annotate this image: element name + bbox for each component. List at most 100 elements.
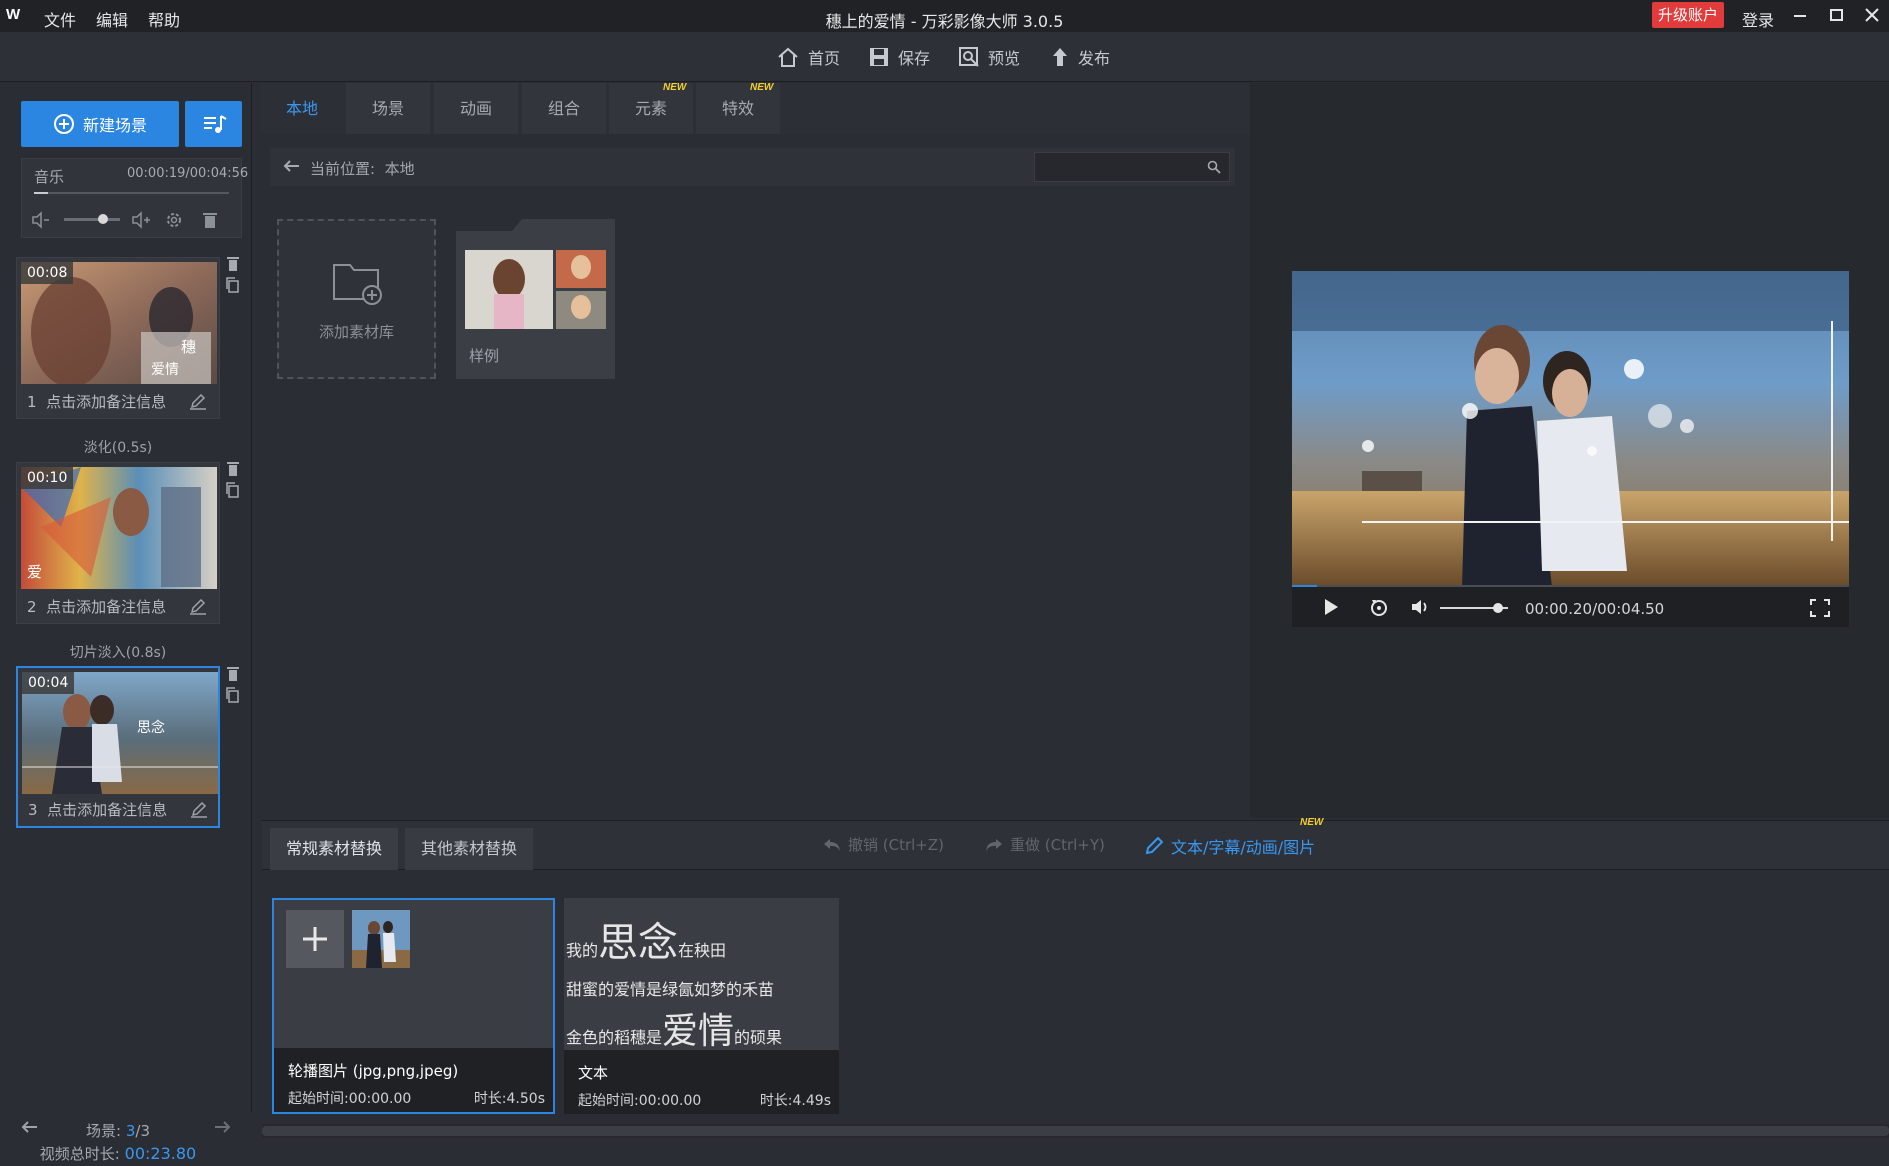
- maximize-icon[interactable]: [1824, 4, 1848, 26]
- home-label: 首页: [808, 49, 841, 68]
- add-library-button[interactable]: 添加素材库: [277, 219, 436, 379]
- back-arrow-icon[interactable]: [282, 159, 300, 173]
- scene-1-copy-icon[interactable]: [226, 277, 240, 293]
- redo-icon: [984, 837, 1004, 853]
- tab-local[interactable]: 本地: [260, 83, 344, 134]
- asset-search-input[interactable]: [1034, 152, 1230, 182]
- tab-scene[interactable]: 场景: [346, 83, 430, 134]
- video-preview[interactable]: [1292, 271, 1849, 587]
- add-image-button[interactable]: [286, 910, 344, 968]
- music-settings-gear-icon[interactable]: [164, 210, 184, 230]
- item-info: 文本 起始时间:00:00.00 时长:4.49s: [564, 1050, 839, 1114]
- save-button[interactable]: 保存: [868, 45, 930, 69]
- transition-label-1[interactable]: 淡化(0.5s): [0, 437, 236, 457]
- scene-card-1[interactable]: 穗 爱情 00:08 1 点击添加备注信息: [16, 257, 220, 419]
- music-progress-track[interactable]: [34, 192, 229, 194]
- text-subtitle-edit-button[interactable]: 文本/字幕/动画/图片: [1145, 834, 1315, 858]
- search-icon[interactable]: [1207, 160, 1221, 174]
- main-toolbar: [0, 32, 1889, 82]
- sample-folder[interactable]: 样例: [456, 219, 615, 379]
- new-badge-effects: NEW: [750, 82, 774, 93]
- minimize-icon[interactable]: [1788, 4, 1812, 26]
- item-type: 文本: [578, 1064, 609, 1082]
- volume-icon[interactable]: [1410, 598, 1432, 616]
- edit-pencil-icon[interactable]: [189, 599, 207, 615]
- item-start-time: 起始时间:00:00.00: [288, 1091, 412, 1107]
- preview-icon: [958, 46, 980, 68]
- scene-duration-badge: 00:08: [21, 262, 74, 284]
- edit-pencil-icon[interactable]: [190, 802, 208, 818]
- upgrade-account-button[interactable]: 升级账户: [1652, 2, 1724, 28]
- music-volume-slider[interactable]: [64, 214, 120, 224]
- volume-up-icon[interactable]: [130, 210, 152, 230]
- volume-down-icon[interactable]: [30, 210, 52, 230]
- tab-animation[interactable]: 动画: [434, 83, 518, 134]
- redo-label: 重做 (Ctrl+Y): [1010, 836, 1105, 854]
- scene-3-delete-trash-icon[interactable]: [226, 666, 240, 682]
- home-button[interactable]: 首页: [776, 45, 840, 69]
- scene-duration-badge: 00:10: [21, 467, 74, 489]
- carousel-thumbnail[interactable]: [352, 910, 410, 968]
- add-library-label: 添加素材库: [318, 323, 394, 341]
- plus-circle-icon: [53, 113, 75, 135]
- preview-label: 预览: [988, 49, 1021, 68]
- svg-text:爱情: 爱情: [151, 362, 179, 378]
- pencil-icon: [1145, 837, 1163, 855]
- music-list-button[interactable]: [185, 101, 242, 147]
- sample-folder-label: 样例: [469, 347, 500, 365]
- scene-panel: [0, 83, 252, 1166]
- music-label: 音乐: [34, 168, 65, 186]
- scene-duration-badge: 00:04: [22, 672, 75, 694]
- scene-1-delete-trash-icon[interactable]: [226, 256, 240, 272]
- transition-label-2[interactable]: 切片淡入(0.8s): [0, 642, 236, 662]
- replay-icon[interactable]: [1368, 596, 1390, 618]
- text-preview: 我的思念在秧田 甜蜜的爱情是绿氤如梦的禾苗 金色的稻穗是爱情的硕果: [566, 920, 783, 1052]
- horizontal-scrollbar-thumb[interactable]: [262, 1126, 1889, 1136]
- new-scene-button[interactable]: 新建场景: [21, 101, 179, 147]
- publish-label: 发布: [1078, 49, 1111, 68]
- tab-group[interactable]: 组合: [522, 83, 606, 134]
- save-icon: [868, 46, 890, 68]
- text-edit-label: 文本/字幕/动画/图片: [1171, 838, 1316, 857]
- scene-note[interactable]: 1 点击添加备注信息: [27, 391, 166, 412]
- player-volume-slider[interactable]: [1440, 603, 1508, 613]
- undo-icon: [822, 837, 842, 853]
- scene-2-copy-icon[interactable]: [226, 482, 240, 498]
- music-progress-fill: [34, 192, 48, 194]
- undo-button[interactable]: 撤销 (Ctrl+Z): [822, 834, 944, 855]
- carousel-image-item[interactable]: 轮播图片 (jpg,png,jpeg) 起始时间:00:00.00 时长:4.5…: [272, 898, 555, 1114]
- fullscreen-icon[interactable]: [1810, 599, 1830, 617]
- play-icon[interactable]: [1322, 597, 1340, 617]
- scene-2-delete-trash-icon[interactable]: [226, 461, 240, 477]
- music-delete-trash-icon[interactable]: [200, 210, 220, 230]
- redo-button[interactable]: 重做 (Ctrl+Y): [984, 834, 1105, 855]
- preview-button[interactable]: 预览: [958, 45, 1020, 69]
- window-title: 穗上的爱情 - 万彩影像大师 3.0.5: [825, 12, 1064, 31]
- total-duration: 视频总时长: 00:23.80: [39, 1144, 197, 1163]
- new-scene-label: 新建场景: [82, 116, 147, 135]
- scene-3-copy-icon[interactable]: [226, 687, 240, 703]
- home-icon: [776, 46, 800, 68]
- item-info: 轮播图片 (jpg,png,jpeg) 起始时间:00:00.00 时长:4.5…: [274, 1048, 553, 1112]
- scene-card-3[interactable]: 思念 00:04 3 点击添加备注信息: [16, 666, 220, 828]
- item-duration: 时长:4.50s: [473, 1091, 545, 1107]
- scene-card-2[interactable]: 爱 00:10 2 点击添加备注信息: [16, 462, 220, 624]
- new-badge-element: NEW: [663, 82, 687, 93]
- publish-button[interactable]: 发布: [1050, 45, 1110, 69]
- playback-time: 00:00.20/00:04.50: [1525, 600, 1665, 618]
- item-type: 轮播图片 (jpg,png,jpeg): [288, 1062, 459, 1080]
- scene-note[interactable]: 3 点击添加备注信息: [28, 799, 167, 820]
- login-button[interactable]: 登录: [1742, 7, 1774, 31]
- tab-regular-replace[interactable]: 常规素材替换: [270, 828, 399, 870]
- music-time: 00:00:19/00:04:56: [127, 166, 249, 181]
- svg-text:思念: 思念: [137, 719, 165, 736]
- edit-pencil-icon[interactable]: [189, 394, 207, 410]
- folder-plus-icon: [332, 259, 386, 305]
- save-label: 保存: [898, 49, 931, 68]
- player-volume-knob[interactable]: [1492, 603, 1503, 613]
- scene-note[interactable]: 2 点击添加备注信息: [27, 596, 166, 617]
- tab-other-replace[interactable]: 其他素材替换: [405, 828, 534, 870]
- text-item[interactable]: 我的思念在秧田 甜蜜的爱情是绿氤如梦的禾苗 金色的稻穗是爱情的硕果 文本 起始时…: [564, 898, 839, 1114]
- close-icon[interactable]: [1860, 4, 1884, 26]
- current-path: 当前位置: 本地: [310, 160, 415, 178]
